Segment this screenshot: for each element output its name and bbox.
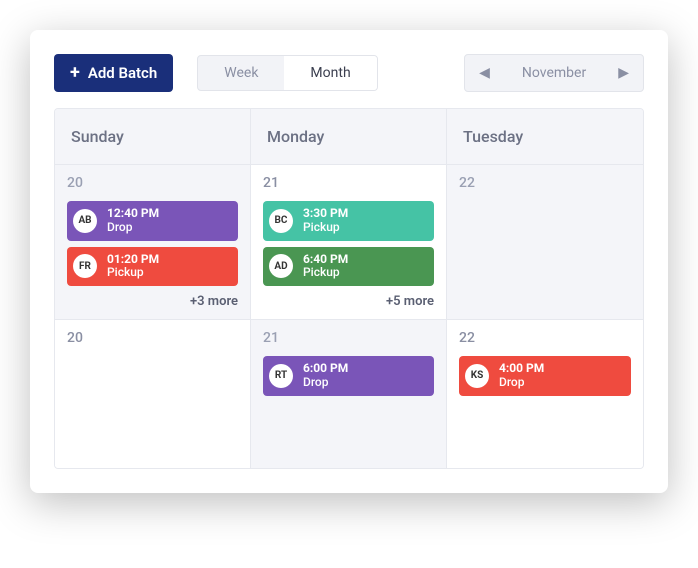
event-pill[interactable]: FR 01:20 PMPickup: [67, 247, 238, 287]
month-navigator: ◀ November ▶: [464, 54, 644, 92]
next-month-button[interactable]: ▶: [612, 61, 635, 85]
event-time: 01:20 PM: [107, 253, 159, 267]
event-time: 6:00 PM: [303, 362, 348, 376]
more-events-link[interactable]: +5 more: [263, 294, 434, 309]
event-text: 12:40 PMDrop: [107, 207, 159, 235]
calendar-grid-wrap: SundayMondayTuesday 20AB12:40 PMDropFR01…: [30, 108, 668, 493]
avatar: AB: [73, 209, 97, 233]
event-time: 12:40 PM: [107, 207, 159, 221]
day-cell[interactable]: 21BC3:30 PMPickupAD6:40 PMPickup+5 more: [251, 165, 447, 320]
day-cell[interactable]: 22: [447, 165, 643, 320]
day-cell[interactable]: 22 KS 4:00 PMDrop: [447, 320, 643, 468]
event-pill[interactable]: BC 3:30 PMPickup: [263, 201, 434, 241]
day-cell[interactable]: 21 RT 6:00 PMDrop: [251, 320, 447, 468]
weekday-header: Monday: [251, 109, 447, 165]
event-text: 6:00 PMDrop: [303, 362, 348, 390]
toolbar: + Add Batch Week Month ◀ November ▶: [30, 30, 668, 108]
event-text: 6:40 PMPickup: [303, 253, 348, 281]
weekday-header: Sunday: [55, 109, 251, 165]
day-number: 21: [263, 175, 434, 191]
event-pill[interactable]: AB 12:40 PMDrop: [67, 201, 238, 241]
calendar-card: + Add Batch Week Month ◀ November ▶ Sund…: [30, 30, 668, 493]
calendar-week-row: 20AB12:40 PMDropFR01:20 PMPickup+3 more2…: [55, 165, 643, 320]
avatar: FR: [73, 254, 97, 278]
view-month-tab[interactable]: Month: [284, 56, 376, 90]
day-cell[interactable]: 20 AB 12:40 PMDrop FR 01:20 PMPickup +3 more: [55, 165, 251, 320]
chevron-right-icon: ▶: [618, 65, 629, 81]
avatar: KS: [465, 364, 489, 388]
event-time: 4:00 PM: [499, 362, 544, 376]
day-number: 20: [67, 175, 238, 191]
add-batch-label: Add Batch: [88, 64, 157, 82]
event-type: Pickup: [107, 266, 159, 280]
weekday-header: Tuesday: [447, 109, 643, 165]
more-events-link[interactable]: +3 more: [67, 294, 238, 309]
month-label: November: [504, 65, 604, 81]
event-text: 4:00 PMDrop: [499, 362, 544, 390]
event-pill[interactable]: AD 6:40 PMPickup: [263, 247, 434, 287]
event-type: Pickup: [303, 266, 348, 280]
event-type: Drop: [499, 376, 544, 390]
plus-icon: +: [70, 64, 80, 82]
day-number: 22: [459, 330, 631, 346]
view-toggle: Week Month: [197, 55, 377, 91]
day-number: 21: [263, 330, 434, 346]
event-text: 3:30 PMPickup: [303, 207, 348, 235]
event-type: Drop: [107, 221, 159, 235]
event-pill[interactable]: RT 6:00 PMDrop: [263, 356, 434, 396]
event-text: 01:20 PMPickup: [107, 253, 159, 281]
day-number: 22: [459, 175, 631, 191]
calendar-week-row: 2021RT6:00 PMDrop22KS4:00 PMDrop: [55, 320, 643, 468]
event-type: Pickup: [303, 221, 348, 235]
avatar: AD: [269, 254, 293, 278]
chevron-left-icon: ◀: [479, 65, 490, 81]
add-batch-button[interactable]: + Add Batch: [54, 54, 173, 92]
day-number: 20: [67, 330, 238, 346]
calendar-header-row: SundayMondayTuesday: [55, 109, 643, 165]
view-week-tab[interactable]: Week: [198, 56, 284, 90]
prev-month-button[interactable]: ◀: [473, 61, 496, 85]
event-type: Drop: [303, 376, 348, 390]
event-time: 6:40 PM: [303, 253, 348, 267]
event-time: 3:30 PM: [303, 207, 348, 221]
calendar-grid: SundayMondayTuesday 20AB12:40 PMDropFR01…: [54, 108, 644, 469]
event-pill[interactable]: KS 4:00 PMDrop: [459, 356, 631, 396]
day-cell[interactable]: 20: [55, 320, 251, 468]
avatar: BC: [269, 209, 293, 233]
avatar: RT: [269, 364, 293, 388]
